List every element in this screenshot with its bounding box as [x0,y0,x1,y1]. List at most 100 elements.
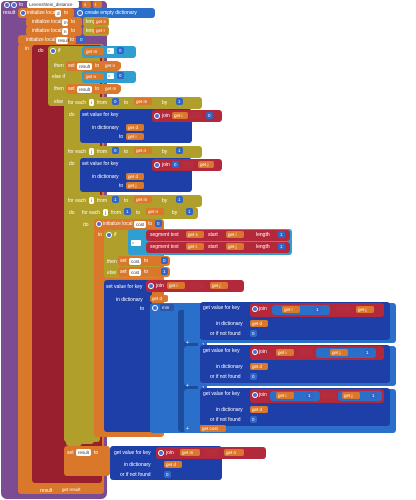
get-j[interactable]: get j [226,243,244,250]
get-j[interactable]: get j [330,349,348,356]
get-j[interactable]: get j [126,182,144,189]
mutator-icon[interactable] [11,2,17,8]
minus-block[interactable] [272,305,330,315]
get-j[interactable]: get j [342,392,360,399]
get-m[interactable]: get m [103,85,121,92]
num-0[interactable]: 0 [250,330,257,337]
space-str[interactable] [190,282,204,289]
get-s[interactable]: get s [186,231,204,238]
get-d[interactable]: get d [250,406,268,413]
num-0[interactable]: 0 [155,220,162,227]
for-each-j2-body[interactable] [80,218,94,444]
get-i[interactable]: get i [276,349,294,356]
space-str[interactable] [190,112,202,119]
get-i[interactable]: get i [172,112,188,119]
gear-icon [158,450,164,456]
num-1[interactable]: 1 [112,196,119,203]
get-m[interactable]: get m [134,98,152,105]
num-0[interactable]: 0 [117,47,124,54]
loop-var[interactable]: j [89,148,94,155]
var-result-field[interactable]: result [56,37,69,44]
get-j[interactable]: get j [198,161,214,168]
get-n[interactable]: get n [84,73,104,80]
num-0[interactable]: 0 [112,147,119,154]
min-dropdown[interactable]: min [160,304,174,311]
result-var[interactable]: result [77,63,92,70]
to-label: to [148,221,153,227]
space-str[interactable] [336,306,350,313]
to-label: to [119,183,124,189]
get-n[interactable]: get n [146,208,164,215]
do-label: do [69,210,75,216]
cost-var[interactable]: cost [129,258,141,265]
get-m[interactable]: get m [84,48,104,55]
get-d[interactable]: get d [150,295,168,302]
get-i[interactable]: get i [126,133,144,140]
get-i[interactable]: get i [226,231,244,238]
get-j[interactable]: get j [210,282,228,289]
get-i[interactable]: get i [276,392,294,399]
num-1[interactable]: 1 [176,98,183,105]
var-m-field[interactable]: m [62,19,68,26]
get-t[interactable]: get t [186,243,204,250]
space-str[interactable] [298,349,312,356]
get-i[interactable]: get i [282,306,300,313]
var-n-field[interactable]: n [62,28,68,35]
num-0[interactable]: 0 [206,112,213,119]
num-1[interactable]: 1 [176,196,183,203]
eq-dropdown[interactable]: = [107,73,114,79]
num-0[interactable]: 0 [172,161,179,168]
num-1[interactable]: 1 [370,392,377,399]
var-cost-field[interactable]: cost [134,221,146,228]
num-0[interactable]: 0 [250,373,257,380]
param-s[interactable]: s [82,1,91,8]
space-str[interactable] [204,449,218,456]
get-s[interactable]: get s [94,18,108,25]
compare-op-dropdown[interactable]: = [131,240,141,246]
num-1[interactable]: 1 [124,208,131,215]
cost-var[interactable]: cost [129,269,141,276]
get-m[interactable]: get m [134,196,152,203]
num-0[interactable]: 0 [161,257,168,264]
param-t[interactable]: t [93,1,102,8]
num-0[interactable]: 0 [112,98,119,105]
loop-var[interactable]: i [89,197,94,204]
get-d[interactable]: get d [164,461,182,468]
result-var[interactable]: result [76,449,91,456]
proc-name-field[interactable]: Levenshtein_distance [27,1,79,8]
num-0[interactable]: 0 [164,471,171,478]
num-0[interactable]: 0 [78,36,85,43]
get-d[interactable]: get d [250,363,268,370]
get-cost[interactable]: get cost [200,425,226,432]
get-n[interactable]: get n [134,147,152,154]
space-str[interactable] [322,392,336,399]
num-1[interactable]: 1 [186,208,193,215]
get-result[interactable]: get result [60,486,94,493]
get-d[interactable]: get d [126,173,144,180]
num-1[interactable]: 1 [306,392,313,399]
num-1[interactable]: 1 [278,243,285,250]
loop-var[interactable]: j [103,209,108,216]
get-m[interactable]: get m [180,449,200,456]
gear-icon[interactable] [4,2,10,8]
num-1[interactable]: 1 [314,306,321,313]
num-1[interactable]: 1 [278,231,285,238]
get-t[interactable]: get t [94,27,108,34]
get-n[interactable]: get n [224,449,244,456]
get-j[interactable]: get j [356,306,374,313]
result-var[interactable]: result [77,86,92,93]
loop-var[interactable]: i [89,99,94,106]
to-label: to [64,10,69,16]
num-1[interactable]: 1 [176,147,183,154]
num-1[interactable]: 1 [161,268,168,275]
space-str[interactable] [182,161,194,168]
num-0[interactable]: 0 [250,416,257,423]
num-0[interactable]: 0 [117,72,124,79]
get-n[interactable]: get n [103,62,121,69]
eq-dropdown[interactable]: = [107,48,114,54]
get-d[interactable]: get d [126,124,144,131]
get-i[interactable]: get i [167,282,185,289]
var-d-field[interactable]: d [55,10,61,17]
num-1[interactable]: 1 [364,349,371,356]
get-d[interactable]: get d [250,320,268,327]
